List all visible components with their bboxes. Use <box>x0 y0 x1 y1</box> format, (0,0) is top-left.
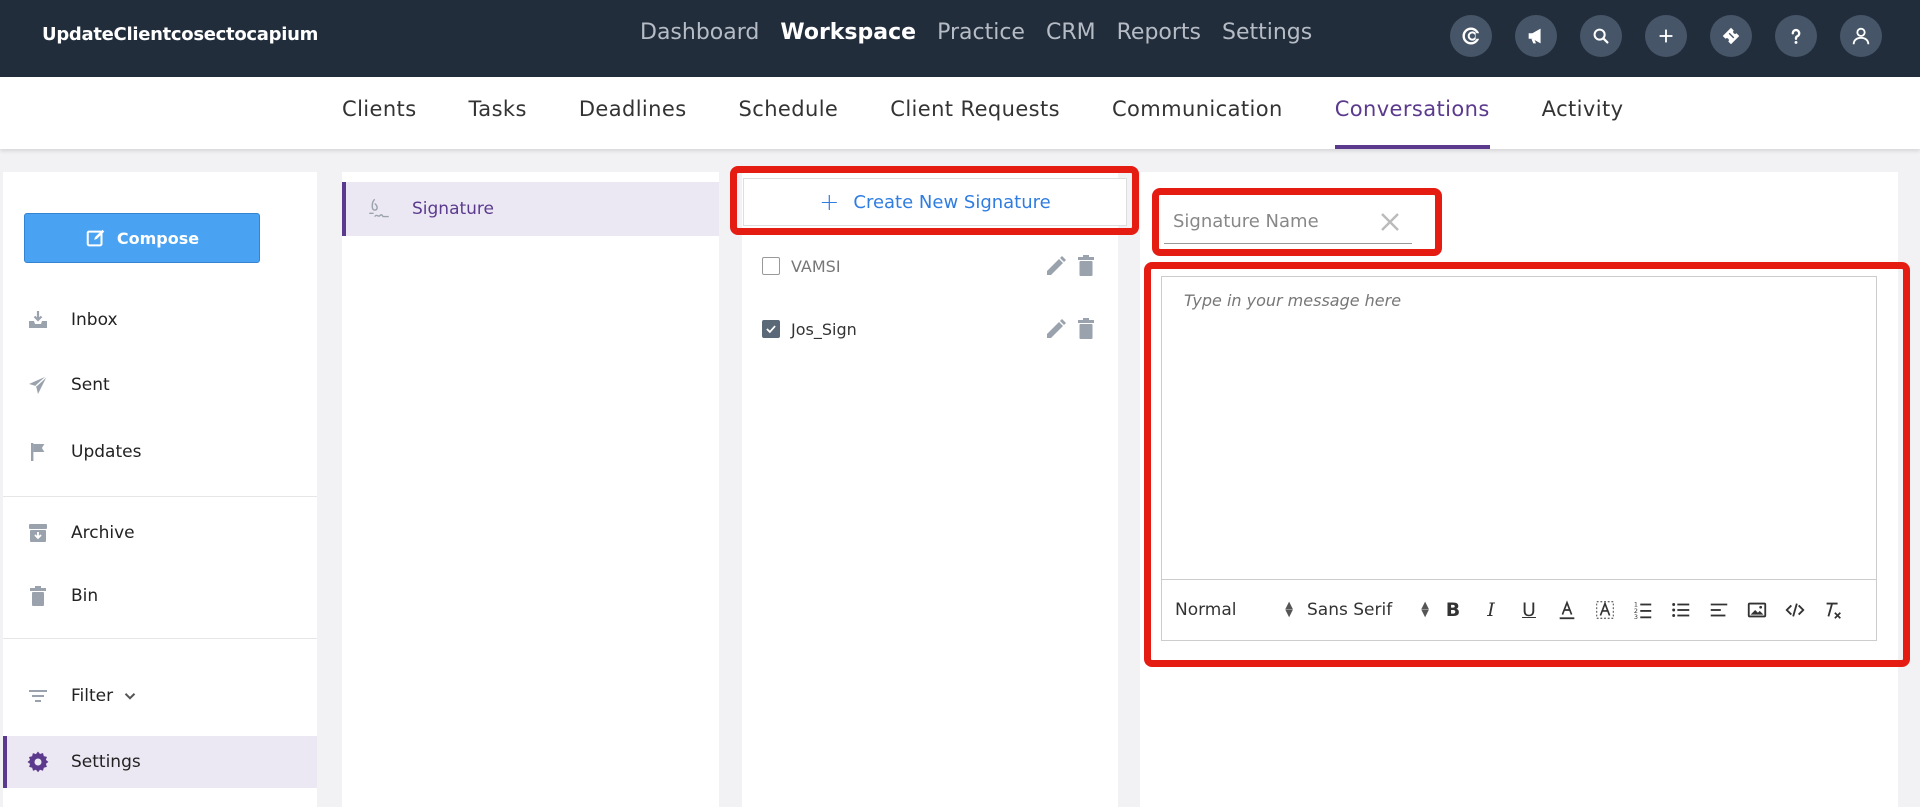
tab-client-requests[interactable]: Client Requests <box>890 77 1060 149</box>
gear-icon <box>25 749 51 775</box>
megaphone-icon[interactable] <box>1515 15 1557 57</box>
signature-checkbox[interactable] <box>762 320 780 338</box>
sidebar-item-inbox[interactable]: Inbox <box>3 294 317 346</box>
sub-nav: Clients Tasks Deadlines Schedule Client … <box>0 77 1920 149</box>
conversations-sidebar: Compose Inbox Sent Updates Archive Bin F… <box>3 172 317 807</box>
sidebar-item-label: Bin <box>71 586 99 606</box>
plus-icon[interactable] <box>1645 15 1687 57</box>
nav-reports[interactable]: Reports <box>1117 20 1201 45</box>
inbox-icon <box>25 307 51 333</box>
flag-icon <box>25 439 51 465</box>
tab-conversations[interactable]: Conversations <box>1334 77 1490 149</box>
signature-checkbox[interactable] <box>762 257 780 275</box>
help-icon[interactable] <box>1775 15 1817 57</box>
pencil-icon[interactable] <box>1044 317 1068 341</box>
nav-workspace[interactable]: Workspace <box>780 20 916 45</box>
tab-activity[interactable]: Activity <box>1542 77 1624 149</box>
highlight-signature-name <box>1152 188 1442 256</box>
trash-icon[interactable] <box>1074 317 1098 341</box>
tab-tasks[interactable]: Tasks <box>469 77 527 149</box>
compose-button[interactable]: Compose <box>24 213 260 263</box>
sidebar-item-label: Sent <box>71 375 110 395</box>
sidebar-item-settings[interactable]: Settings <box>3 736 317 788</box>
main-nav: Dashboard Workspace Practice CRM Reports… <box>640 20 1333 45</box>
nav-dashboard[interactable]: Dashboard <box>640 20 759 45</box>
signature-row[interactable]: Jos_Sign <box>762 314 1102 344</box>
highlight-create-signature <box>730 166 1139 235</box>
sidebar-item-label: Inbox <box>71 310 118 330</box>
tab-clients[interactable]: Clients <box>342 77 417 149</box>
top-icons <box>1427 15 1882 57</box>
pencil-icon[interactable] <box>1044 254 1068 278</box>
sidebar-item-label: Archive <box>71 523 135 543</box>
compose-label: Compose <box>116 228 200 248</box>
user-icon[interactable] <box>1840 15 1882 57</box>
tab-schedule[interactable]: Schedule <box>739 77 839 149</box>
logo-c-icon[interactable] <box>1450 15 1492 57</box>
edit-icon <box>86 229 105 247</box>
search-icon[interactable] <box>1580 15 1622 57</box>
highlight-message-editor <box>1144 262 1910 667</box>
nav-settings[interactable]: Settings <box>1222 20 1312 45</box>
sidebar-item-bin[interactable]: Bin <box>3 570 317 622</box>
sidebar-item-label: Settings <box>71 752 141 772</box>
filter-icon <box>25 683 51 709</box>
ticket-icon[interactable] <box>1710 15 1752 57</box>
nav-practice[interactable]: Practice <box>937 20 1025 45</box>
trash-icon <box>25 583 51 609</box>
settings-menu-label: Signature <box>412 199 495 219</box>
brand-name[interactable]: UpdateClientcosectocapium <box>42 24 318 45</box>
sidebar-divider <box>3 638 317 639</box>
sidebar-item-sent[interactable]: Sent <box>3 359 317 411</box>
signature-name: Jos_Sign <box>791 319 857 339</box>
archive-icon <box>25 520 51 546</box>
settings-menu: Signature <box>342 172 719 807</box>
sidebar-item-label: Updates <box>71 442 142 462</box>
send-icon <box>25 372 51 398</box>
chevron-down-icon <box>124 693 136 700</box>
trash-icon[interactable] <box>1074 254 1098 278</box>
tab-communication[interactable]: Communication <box>1112 77 1283 149</box>
sidebar-item-archive[interactable]: Archive <box>3 507 317 559</box>
checkmark-icon <box>766 325 776 334</box>
nav-crm[interactable]: CRM <box>1046 20 1096 45</box>
settings-menu-signature[interactable]: Signature <box>342 182 719 236</box>
sidebar-item-label: Filter <box>71 686 114 706</box>
sidebar-item-updates[interactable]: Updates <box>3 426 317 478</box>
signature-name: VAMSI <box>791 256 841 276</box>
sidebar-divider <box>3 496 317 497</box>
tab-deadlines[interactable]: Deadlines <box>579 77 687 149</box>
top-bar: UpdateClientcosectocapium Dashboard Work… <box>0 0 1920 77</box>
signature-row[interactable]: VAMSI <box>762 251 1102 281</box>
signature-icon <box>369 198 389 218</box>
sidebar-item-filter[interactable]: Filter <box>3 670 317 722</box>
